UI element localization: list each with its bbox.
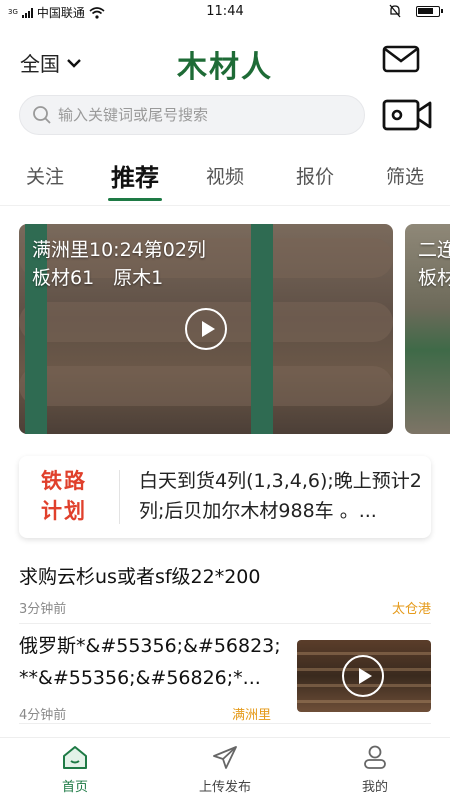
news-video-thumbnail[interactable]: [297, 640, 431, 712]
divider: [0, 205, 450, 206]
send-icon: [213, 746, 237, 769]
user-icon: [364, 745, 386, 769]
play-icon[interactable]: [185, 308, 227, 350]
video-caption-line2: 板材61 原木1: [32, 267, 164, 289]
tab-video[interactable]: 视频: [195, 162, 255, 189]
mute-bell-icon: [389, 4, 401, 18]
news-time: 4分钟前: [19, 708, 67, 723]
video-caption-line1: 二连: [418, 239, 450, 261]
news-location: 太仓港: [391, 602, 431, 617]
video-thumbnail-log: [19, 366, 393, 406]
bottom-navigation: 首页 上传发布 我的: [0, 737, 450, 800]
video-camera-icon: [382, 99, 432, 131]
search-icon: [33, 106, 51, 124]
news-item[interactable]: 俄罗斯*&#55356;&#56823;**&#55356;&#56826;*.…: [19, 630, 431, 724]
news-time: 3分钟前: [19, 602, 67, 617]
news-title: 俄罗斯*&#55356;&#56823;**&#55356;&#56826;*.…: [19, 635, 281, 689]
tab-quote[interactable]: 报价: [285, 162, 345, 189]
tab-recommend[interactable]: 推荐: [105, 158, 165, 193]
news-item[interactable]: 求购云杉us或者sf级22*200 3分钟前 太仓港: [19, 562, 431, 624]
video-card[interactable]: 满洲里10:24第02列 板材61 原木1: [19, 224, 393, 434]
video-thumbnail-pole: [251, 224, 273, 434]
category-tabs: 关注 推荐 视频 报价 筛选: [0, 156, 450, 204]
search-input[interactable]: [58, 106, 348, 124]
active-tab-indicator: [108, 198, 162, 201]
video-caption-line1: 满洲里10:24第02列: [32, 239, 206, 261]
rail-plan-divider: [119, 470, 120, 524]
status-time: 11:44: [206, 4, 244, 19]
rail-plan-card[interactable]: 铁路计划 白天到货4列(1,3,4,6);晚上预计2列;后贝加尔木材988车 。…: [19, 456, 431, 538]
video-upload-button[interactable]: [382, 97, 432, 133]
nav-upload[interactable]: 上传发布: [175, 744, 275, 795]
video-card[interactable]: 二连 板材: [405, 224, 450, 434]
nav-home-label: 首页: [61, 780, 88, 795]
news-location: 满洲里: [232, 708, 272, 723]
thumbnail-stripe: [297, 700, 431, 703]
tab-filter[interactable]: 筛选: [375, 162, 435, 189]
home-icon: [63, 746, 87, 769]
video-caption: 满洲里10:24第02列 板材61 原木1: [32, 236, 206, 292]
video-caption: 二连 板材: [418, 236, 450, 292]
mail-icon: [382, 45, 420, 73]
nav-home[interactable]: 首页: [25, 744, 125, 795]
news-title: 求购云杉us或者sf级22*200: [19, 566, 261, 588]
status-bar: 3G 中国联通 11:44: [0, 0, 450, 26]
tab-follow[interactable]: 关注: [15, 162, 75, 189]
rail-plan-tag: 铁路计划: [41, 469, 87, 523]
video-caption-line2: 板材: [418, 267, 450, 289]
play-icon[interactable]: [342, 655, 384, 697]
status-right: [388, 4, 443, 18]
nav-profile[interactable]: 我的: [325, 744, 425, 795]
rail-plan-text: 白天到货4列(1,3,4,6);晚上预计2列;后贝加尔木材988车 。...: [139, 470, 422, 522]
message-button[interactable]: [382, 44, 420, 74]
battery-icon: [416, 5, 443, 17]
search-bar[interactable]: [19, 95, 365, 135]
nav-profile-label: 我的: [361, 780, 388, 795]
nav-upload-label: 上传发布: [198, 780, 251, 795]
